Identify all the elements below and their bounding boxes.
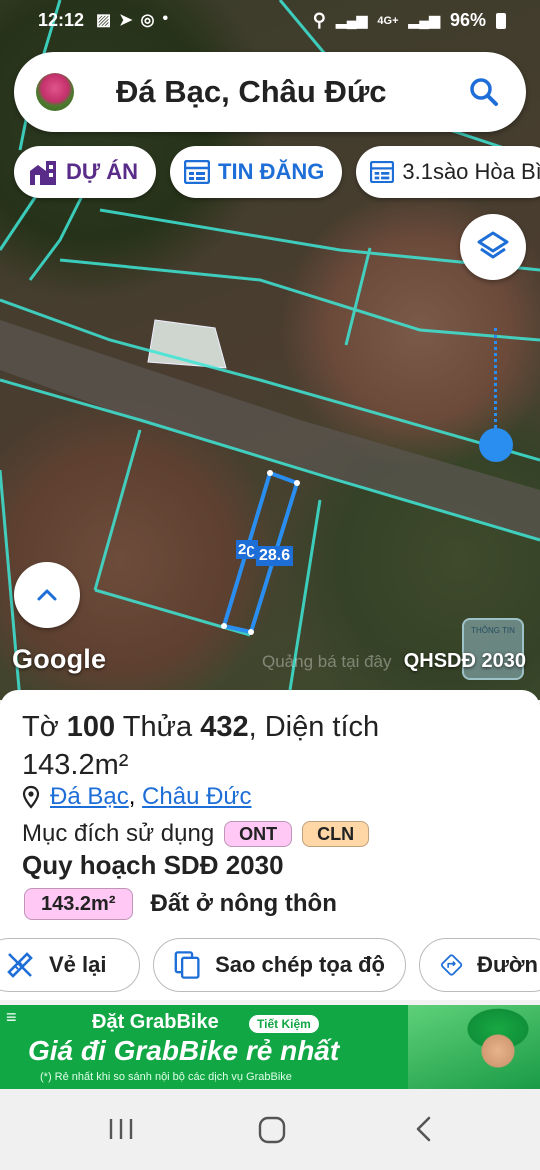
- land-use-row: Mục đích sử dụng ONT CLN: [22, 820, 370, 848]
- location-link-commune[interactable]: Đá Bạc: [50, 783, 129, 810]
- home-icon[interactable]: [256, 1114, 288, 1146]
- redraw-button[interactable]: Vẻ lại: [0, 938, 140, 992]
- network-type: 4G+: [377, 14, 399, 27]
- dot-icon: •: [162, 10, 169, 27]
- parcel-label: Thửa: [122, 711, 193, 743]
- plan-area-badge: 143.2m²: [24, 888, 133, 920]
- chip-listing[interactable]: 3.1sào Hòa Bì: [356, 146, 540, 198]
- ad-driver-image: [408, 1005, 540, 1089]
- listing-icon: [184, 160, 211, 184]
- sheet-number: 100: [66, 711, 116, 743]
- recent-apps-icon[interactable]: [106, 1114, 136, 1144]
- directions-label: Đườn: [477, 952, 538, 977]
- back-icon[interactable]: [410, 1114, 438, 1144]
- location-status-icon: ⚲: [312, 10, 326, 30]
- plan-title: Quy hoạch SDĐ 2030: [22, 850, 284, 880]
- copy-icon: [174, 951, 200, 979]
- ad-disclaimer: (*) Rẻ nhất khi so sánh nội bộ các dịch …: [40, 1071, 292, 1083]
- copy-coordinates-label: Sao chép tọa độ: [215, 952, 385, 977]
- listing-icon: [370, 161, 395, 183]
- cell-signal-icon: ▂▄▆: [408, 12, 440, 28]
- status-bar: 12:12 ▨ ➤ ◎ • ⚲ ▂▄▆ 4G+ ▂▄▆ 96%: [0, 0, 540, 40]
- battery-icon: [496, 12, 506, 29]
- chip-tin-dang-label: TIN ĐĂNG: [218, 159, 325, 184]
- system-nav-bar: [0, 1090, 540, 1170]
- ad-headline: Đặt GrabBike: [92, 1011, 219, 1033]
- plan-layer-label: QHSDĐ 2030: [403, 650, 526, 672]
- plot-dimension-label-partial: 2ʗ: [236, 540, 258, 559]
- gallery-icon: ▨: [96, 12, 112, 29]
- area-label: , Diện tích: [248, 711, 380, 743]
- telegram-icon: ➤: [119, 12, 133, 29]
- wifi-signal-icon: ▂▄▆: [335, 12, 368, 28]
- parcel-number: 432: [200, 711, 249, 743]
- chevron-up-icon: [37, 589, 57, 601]
- plot-dimension-label: 28.6: [256, 546, 294, 566]
- area-value: 143.2m²: [22, 749, 129, 781]
- chip-du-an-label: DỰ ÁN: [66, 159, 139, 184]
- ad-menu-icon[interactable]: ≡: [6, 1007, 17, 1028]
- ad-tag: Tiết Kiệm: [249, 1015, 319, 1033]
- filter-chips: DỰ ÁN TIN ĐĂNG 3.1sào Hòa Bì: [14, 146, 540, 198]
- opacity-slider-handle[interactable]: [479, 428, 513, 462]
- layers-button[interactable]: [460, 214, 526, 280]
- buildings-icon: [30, 161, 56, 185]
- expand-panel-button[interactable]: [14, 562, 80, 628]
- compass-icon: ◎: [140, 12, 155, 29]
- app-logo[interactable]: [36, 73, 74, 111]
- opacity-slider-track[interactable]: [494, 328, 497, 440]
- search-query[interactable]: Đá Bạc, Châu Đức: [116, 74, 387, 110]
- land-use-badge-ont: ONT: [224, 821, 293, 847]
- land-use-badge-cln: CLN: [302, 821, 370, 847]
- search-bar[interactable]: Đá Bạc, Châu Đức: [14, 52, 526, 132]
- directions-icon: [440, 954, 463, 976]
- action-buttons: Vẻ lại Sao chép tọa độ Đườn: [0, 938, 540, 992]
- copy-coordinates-button[interactable]: Sao chép tọa độ: [153, 938, 406, 992]
- status-time: 12:12: [38, 10, 85, 30]
- plan-land-type: Đất ở nông thôn: [150, 890, 337, 917]
- directions-button[interactable]: Đườn: [419, 938, 540, 992]
- chip-tin-dang[interactable]: TIN ĐĂNG: [170, 146, 343, 198]
- ad-watermark: Quảng bá tại đây: [262, 652, 392, 671]
- ruler-pencil-icon: [7, 952, 33, 978]
- google-logo: Google: [12, 644, 107, 674]
- location-row: Đá Bạc, Châu Đức: [22, 783, 252, 811]
- sheet-label: Tờ: [22, 711, 59, 743]
- ad-title: Giá đi GrabBike rẻ nhất: [28, 1035, 340, 1066]
- search-icon[interactable]: [468, 76, 500, 108]
- redraw-label: Vẻ lại: [49, 952, 107, 977]
- plan-row: 143.2m² Đất ở nông thôn: [24, 888, 337, 920]
- location-pin-icon: [22, 785, 40, 809]
- land-use-label: Mục đích sử dụng: [22, 820, 215, 847]
- plot-title: Tờ 100 Thửa 432, Diện tích 143.2m²: [22, 708, 422, 784]
- location-separator: ,: [128, 783, 136, 810]
- chip-listing-label: 3.1sào Hòa Bì: [402, 159, 540, 184]
- status-notification-icons: ▨ ➤ ◎ •: [96, 10, 168, 30]
- battery-percent: 96%: [449, 10, 486, 30]
- chip-du-an[interactable]: DỰ ÁN: [14, 146, 157, 198]
- layers-icon: [477, 231, 509, 259]
- grabbike-ad-banner[interactable]: ≡ Đặt GrabBike Tiết Kiệm Giá đi GrabBike…: [0, 1005, 540, 1089]
- location-link-district[interactable]: Châu Đức: [142, 783, 251, 810]
